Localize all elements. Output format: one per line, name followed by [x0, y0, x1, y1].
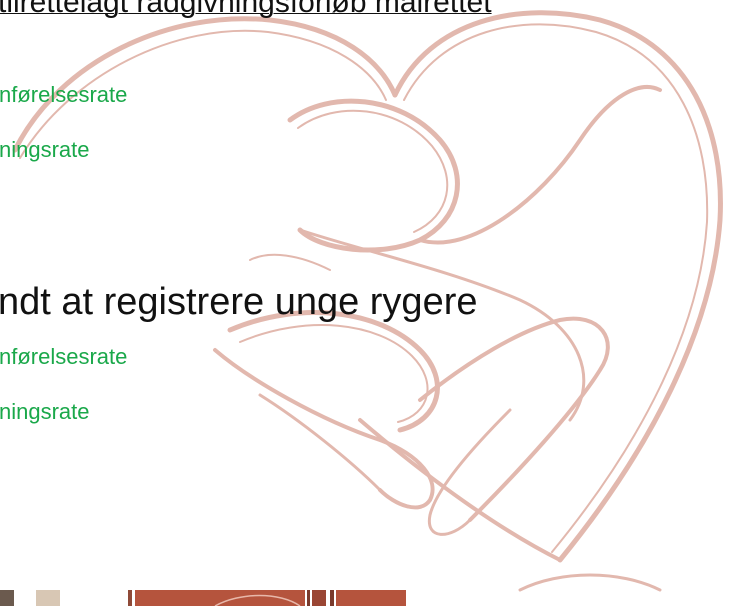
section1-line1: nførelsesrate	[0, 82, 128, 107]
main-heading: ndt at registrere unge rygere	[0, 281, 478, 323]
section1-line2: ningsrate	[0, 137, 90, 162]
section2-line2: ningsrate	[0, 399, 90, 424]
top-heading: tilrettelagt rådgivningsforløb målrettet	[0, 0, 492, 20]
top-heading-text: tilrettelagt rådgivningsforløb målrettet	[0, 0, 492, 19]
section2-line1: nførelsesrate	[0, 344, 128, 369]
footer-decoration	[0, 590, 406, 606]
slide: tilrettelagt rådgivningsforløb målrettet…	[0, 0, 740, 606]
